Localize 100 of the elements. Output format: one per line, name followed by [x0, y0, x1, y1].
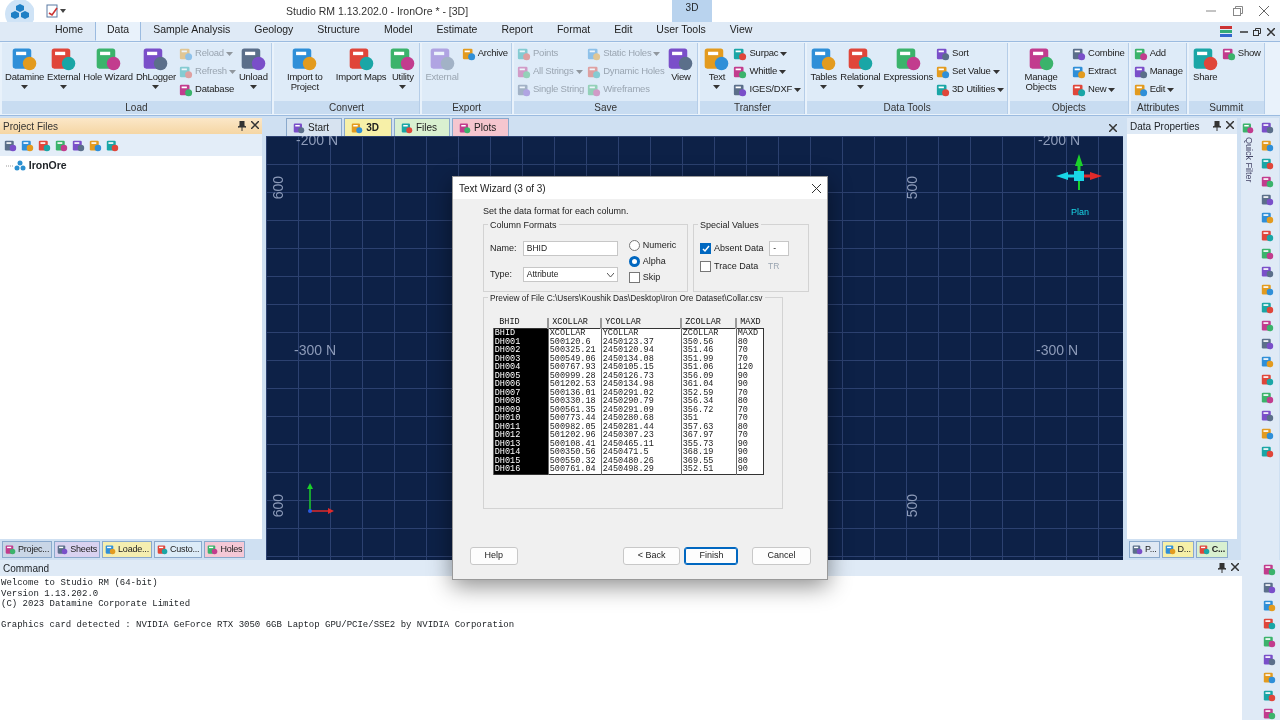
panel-tab[interactable]: Loade...	[102, 540, 152, 558]
ribbon-button[interactable]: New	[1072, 81, 1125, 98]
view-tab[interactable]: Start	[286, 118, 343, 137]
ribbon-button[interactable]: DhLogger	[135, 45, 176, 102]
caret-icon[interactable]	[152, 84, 160, 89]
caret-icon[interactable]	[1108, 87, 1116, 92]
ribbon-button[interactable]: Show	[1221, 45, 1261, 62]
caret-icon[interactable]	[820, 84, 828, 89]
ribbon-tab[interactable]: Report	[489, 19, 545, 41]
checkbox[interactable]	[700, 261, 711, 272]
ribbon-button[interactable]: Expressions	[883, 45, 933, 102]
ribbon-button[interactable]: Hole Wizard	[83, 45, 133, 102]
restore-icon[interactable]	[1253, 28, 1261, 37]
ribbon-tab[interactable]: Structure	[305, 19, 372, 41]
panel-tab[interactable]: Holes	[204, 540, 246, 558]
panel-tab[interactable]: P...	[1129, 540, 1160, 558]
ribbon-button[interactable]: Combine	[1072, 45, 1125, 62]
panel-tab[interactable]: Sheets	[54, 540, 101, 558]
ribbon-button[interactable]: Share	[1191, 45, 1219, 102]
ribbon-button[interactable]: Manage Objects	[1013, 45, 1069, 102]
dialog-button[interactable]: Help	[469, 547, 518, 565]
ribbon-button[interactable]: Archive	[461, 45, 508, 62]
group-label: Transfer	[700, 101, 805, 115]
checkbox[interactable]	[700, 243, 711, 255]
caret-icon[interactable]	[249, 84, 257, 89]
ribbon-button[interactable]: External	[47, 45, 81, 102]
ribbon-button[interactable]: Add	[1133, 45, 1183, 62]
ribbon-button[interactable]: Datamine	[5, 45, 45, 102]
ribbon-tab[interactable]: Home	[43, 19, 95, 41]
ribbon-tab[interactable]: User Tools	[644, 19, 718, 41]
checkbox[interactable]	[628, 272, 640, 284]
ribbon-button[interactable]: View	[667, 45, 695, 102]
ribbon-button[interactable]: Whittle	[733, 63, 802, 80]
close-icon[interactable]	[1226, 121, 1234, 130]
panel-tab[interactable]: Custo...	[154, 540, 203, 558]
close-icon[interactable]	[251, 121, 259, 130]
close-icon[interactable]	[1231, 563, 1239, 571]
close-icon[interactable]	[812, 183, 821, 193]
caret-icon[interactable]	[60, 9, 66, 13]
caret-icon[interactable]	[399, 84, 407, 89]
caret-icon[interactable]	[60, 84, 68, 89]
pin-icon[interactable]	[1212, 121, 1221, 132]
panel-tab[interactable]: C...	[1195, 540, 1228, 558]
pin-icon[interactable]	[237, 121, 246, 132]
ribbon-button[interactable]: Set Value	[936, 63, 1004, 80]
ribbon-button[interactable]: Text	[703, 45, 731, 102]
ribbon-tab[interactable]: Geology	[242, 19, 306, 41]
dialog-button[interactable]: Finish	[684, 547, 739, 565]
caret-icon[interactable]	[997, 87, 1004, 92]
ribbon-button[interactable]: Utility	[389, 45, 417, 102]
view-tab[interactable]: 3D	[344, 118, 392, 137]
caret-icon[interactable]	[1167, 87, 1175, 92]
dialog-button[interactable]: Cancel	[752, 547, 811, 565]
tool-icon	[459, 121, 472, 134]
column-header[interactable]: BHID	[493, 317, 549, 329]
caret-icon[interactable]	[713, 84, 721, 89]
view-tab[interactable]: Plots	[452, 118, 510, 137]
panel-tab[interactable]: Projec...	[2, 540, 53, 558]
value-field[interactable]: -	[769, 241, 790, 257]
panel-tab[interactable]: D...	[1161, 540, 1194, 558]
ribbon-button[interactable]: Extract	[1072, 63, 1125, 80]
tree-item[interactable]: IronOre	[28, 158, 67, 175]
close-icon[interactable]	[1266, 28, 1275, 37]
close-icon[interactable]	[1259, 6, 1269, 16]
ribbon-button[interactable]: 3D Utilities	[936, 81, 1004, 98]
caret-icon[interactable]	[992, 69, 1000, 74]
ribbon-tab[interactable]: Format	[544, 19, 603, 41]
color-scheme-icon[interactable]	[1220, 26, 1234, 39]
close-icon[interactable]	[1109, 124, 1117, 133]
radio-button[interactable]	[628, 239, 640, 251]
ribbon-button[interactable]: Surpac	[733, 45, 802, 62]
ribbon-tab[interactable]: View	[717, 19, 765, 41]
caret-icon[interactable]	[856, 84, 864, 89]
ribbon-tab[interactable]: Model	[371, 19, 425, 41]
ribbon-button[interactable]: Manage	[1133, 63, 1183, 80]
ribbon-button[interactable]: Unload	[238, 45, 268, 102]
type-dropdown[interactable]: Attribute	[522, 267, 618, 283]
ribbon-tab[interactable]: Edit	[602, 19, 645, 41]
pin-icon[interactable]	[1217, 563, 1226, 573]
radio-button[interactable]	[628, 256, 640, 267]
ribbon-button[interactable]: Import Maps	[335, 45, 387, 102]
caret-icon[interactable]	[21, 84, 29, 89]
tool-icon	[1263, 689, 1276, 702]
dialog-button[interactable]: < Back	[622, 547, 681, 565]
ribbon-button[interactable]: Import to Project	[276, 45, 333, 102]
caret-icon[interactable]	[780, 51, 788, 56]
ribbon-button[interactable]: Sort	[936, 45, 1004, 62]
ribbon-button[interactable]: Database	[179, 81, 236, 98]
ribbon-button[interactable]: IGES/DXF	[733, 81, 802, 98]
side-tab[interactable]: Quick Filter	[1241, 137, 1255, 183]
ribbon-button[interactable]: Relational	[840, 45, 881, 102]
caret-icon[interactable]	[794, 87, 802, 92]
ribbon-button[interactable]: Edit	[1133, 81, 1183, 98]
ribbon-button[interactable]: Tables	[810, 45, 838, 102]
caret-icon[interactable]	[779, 69, 787, 74]
view-tab[interactable]: Files	[393, 118, 451, 137]
ribbon-tab[interactable]: Sample Analysis	[141, 19, 243, 41]
name-field[interactable]: BHID	[522, 241, 618, 257]
ribbon-tab[interactable]: Estimate	[424, 19, 490, 41]
document-icon[interactable]	[46, 4, 60, 18]
